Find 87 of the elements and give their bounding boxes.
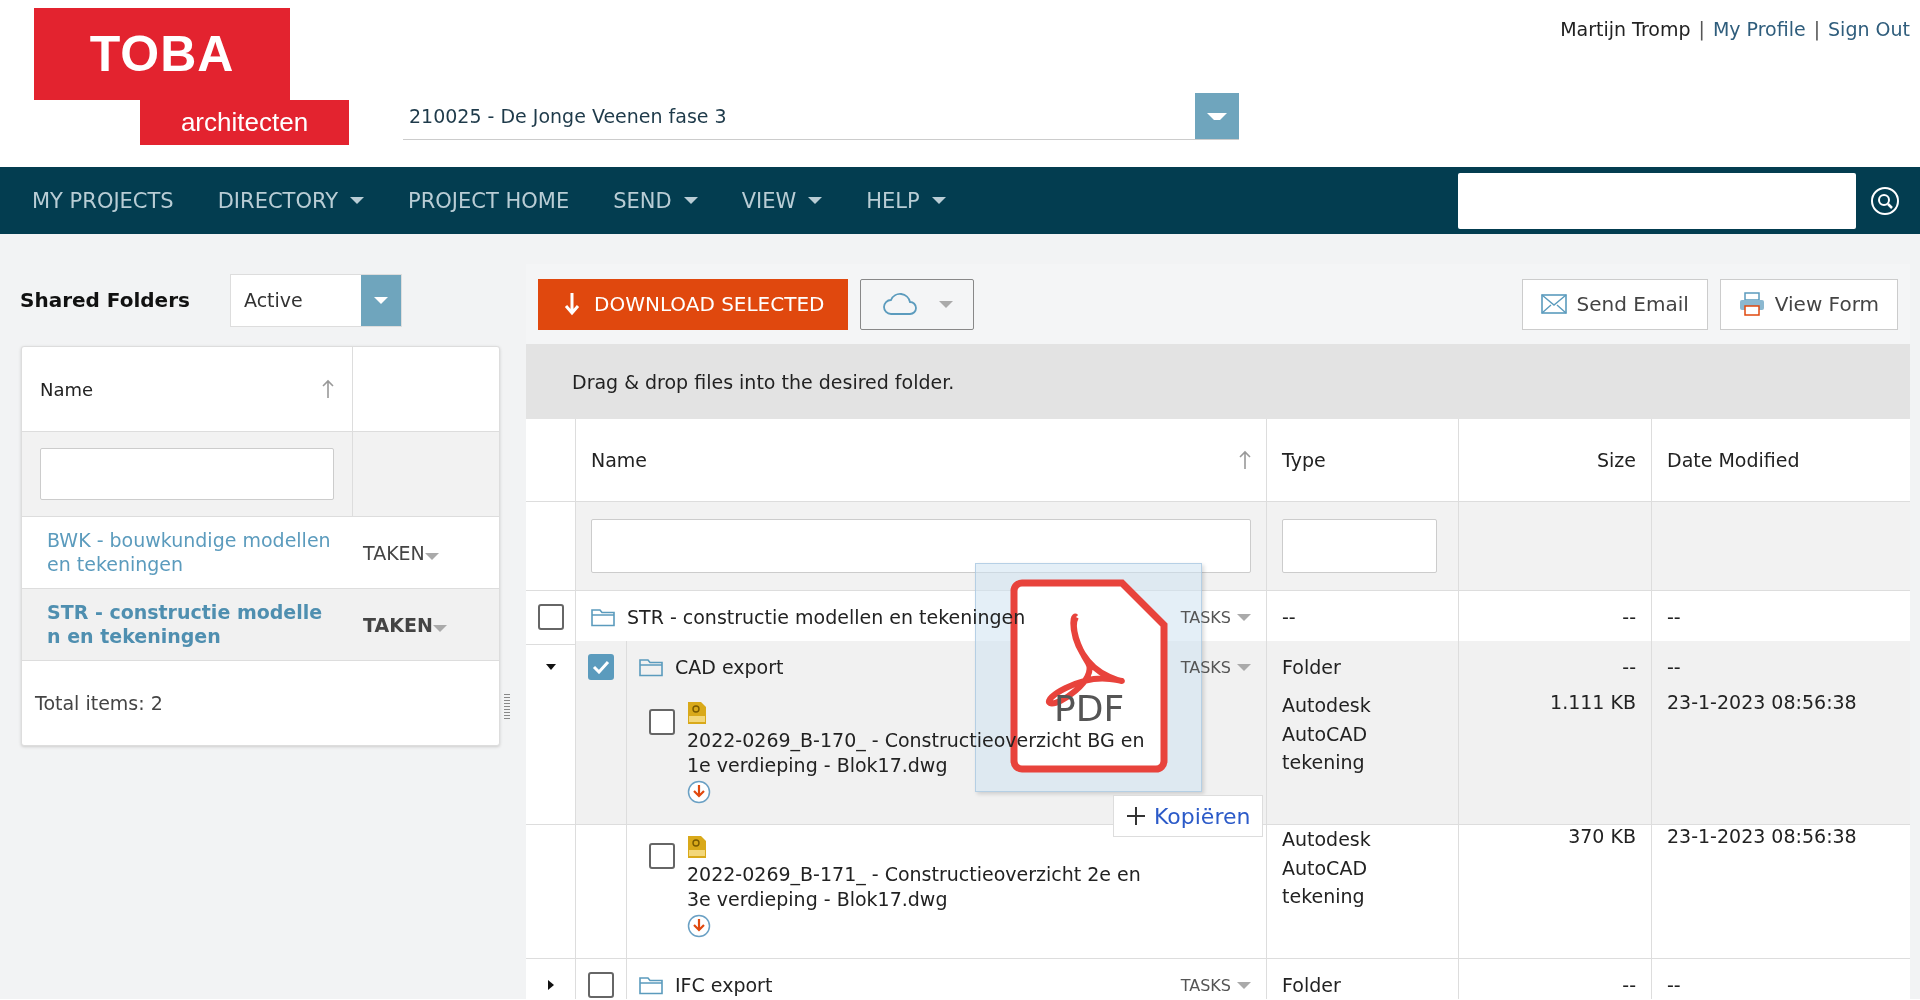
expand-arrow-icon[interactable] xyxy=(547,980,554,991)
check-icon xyxy=(592,660,610,675)
tasks-menu[interactable]: TASKS xyxy=(1180,607,1251,627)
checkbox[interactable] xyxy=(588,972,614,999)
type-cell-text: -- xyxy=(1282,605,1296,630)
date-cell: 23-1-2023 08:56:38 xyxy=(1667,825,1857,847)
logo-subtitle: architecten xyxy=(140,100,349,145)
filter-field[interactable] xyxy=(40,448,334,500)
download-button[interactable]: DOWNLOAD SELECTED xyxy=(538,278,849,330)
name-filter-field[interactable] xyxy=(591,519,1251,573)
size-cell: 370 KB xyxy=(1568,825,1636,847)
search-field[interactable] xyxy=(1458,172,1856,229)
tasks-menu[interactable]: TAKEN xyxy=(353,540,445,565)
caret-icon xyxy=(350,197,365,204)
caret-icon xyxy=(931,197,946,204)
separator: | xyxy=(1813,18,1821,40)
dropdown-button[interactable] xyxy=(1195,93,1239,139)
folder-icon xyxy=(639,975,663,996)
download-icon[interactable] xyxy=(687,914,711,939)
column-header[interactable]: Name xyxy=(591,449,648,471)
project-dropdown[interactable]: 210025 - De Jonge Veenen fase 3 xyxy=(403,93,1239,140)
tasks-menu[interactable]: TASKS xyxy=(1180,975,1251,995)
dwg-file-icon xyxy=(687,835,707,859)
envelope-icon xyxy=(1540,294,1567,314)
column-header[interactable]: Type xyxy=(1282,449,1326,471)
nav-item[interactable]: HELP xyxy=(844,167,968,234)
search-icon[interactable] xyxy=(1870,185,1900,216)
caret-icon xyxy=(938,300,953,308)
dwg-file-icon xyxy=(687,701,707,725)
pdf-label: PDF xyxy=(1054,688,1125,729)
folder-name[interactable]: CAD export xyxy=(675,656,784,679)
copy-tooltip: Kopiëren xyxy=(1113,795,1264,837)
column-header[interactable]: Name xyxy=(40,378,94,400)
type-cell-text: Autodesk AutoCAD tekening xyxy=(1282,693,1372,775)
nav-item[interactable]: SEND xyxy=(591,167,720,234)
checkbox[interactable] xyxy=(649,843,675,869)
printer-icon xyxy=(1738,292,1765,316)
nav-item[interactable]: PROJECT HOME xyxy=(386,167,592,234)
folder-row[interactable]: STR - constructie modellen en tekeningen TAKEN xyxy=(22,589,499,661)
user-name: Martijn Tromp xyxy=(1560,18,1691,40)
nav-item[interactable]: DIRECTORY xyxy=(195,167,387,234)
nav-item[interactable]: VIEW xyxy=(719,167,845,234)
type-filter-field[interactable] xyxy=(1282,519,1437,573)
date-cell: -- xyxy=(1667,974,1681,997)
send-email-button[interactable]: Send Email xyxy=(1521,278,1708,330)
plus-icon xyxy=(1126,806,1146,826)
view-form-button[interactable]: View Form xyxy=(1719,278,1898,330)
caret-icon xyxy=(683,197,698,204)
type-cell-text: Folder xyxy=(1282,655,1341,680)
date-cell: -- xyxy=(1667,606,1681,629)
download-icon[interactable] xyxy=(687,780,711,805)
checkbox[interactable] xyxy=(649,709,675,735)
file-name[interactable]: 2022-0269_B-171_ - Constructieoverzicht 2e en 3e verdieping - Blok17.dwg xyxy=(687,862,1157,912)
checkbox[interactable] xyxy=(537,604,564,631)
column-header[interactable]: Size xyxy=(1597,449,1636,471)
size-cell: -- xyxy=(1622,656,1636,679)
status-dropdown[interactable]: Active xyxy=(230,273,402,327)
splitter-handle[interactable] xyxy=(504,694,510,720)
cloud-icon xyxy=(882,292,919,316)
tasks-menu[interactable]: TAKEN xyxy=(353,612,453,637)
caret-icon xyxy=(808,197,823,204)
nav-item[interactable]: MY PROJECTS xyxy=(10,167,196,234)
date-cell: 23-1-2023 08:56:38 xyxy=(1667,691,1857,713)
folder-name[interactable]: IFC export xyxy=(675,974,773,997)
sort-ascending-icon xyxy=(322,379,334,399)
size-cell: -- xyxy=(1622,974,1636,997)
panel-title: Shared Folders xyxy=(20,288,191,312)
type-cell-text: Autodesk AutoCAD tekening xyxy=(1282,827,1372,909)
collapse-arrow-icon[interactable] xyxy=(545,664,556,671)
logo-wordmark: TOBA xyxy=(34,8,290,100)
folder-icon xyxy=(591,607,615,628)
tasks-menu[interactable]: TASKS xyxy=(1180,657,1251,677)
folder-icon xyxy=(639,657,663,678)
user-link[interactable]: My Profile xyxy=(1712,18,1806,40)
type-cell-text: Folder xyxy=(1282,973,1341,998)
total-items: Total items: 2 xyxy=(35,692,163,714)
user-link[interactable]: Sign Out xyxy=(1828,18,1910,40)
separator: | xyxy=(1698,18,1705,40)
checkbox[interactable] xyxy=(588,654,614,681)
size-cell: -- xyxy=(1622,606,1636,629)
date-cell: -- xyxy=(1667,656,1681,679)
download-arrow-icon xyxy=(564,292,580,316)
drop-hint: Drag & drop files into the desired folder. xyxy=(572,370,955,393)
size-cell: 1.111 KB xyxy=(1550,691,1636,713)
sort-ascending-icon xyxy=(1239,450,1251,470)
cloud-dropdown[interactable] xyxy=(860,278,975,330)
column-header[interactable]: Date Modified xyxy=(1667,449,1800,471)
